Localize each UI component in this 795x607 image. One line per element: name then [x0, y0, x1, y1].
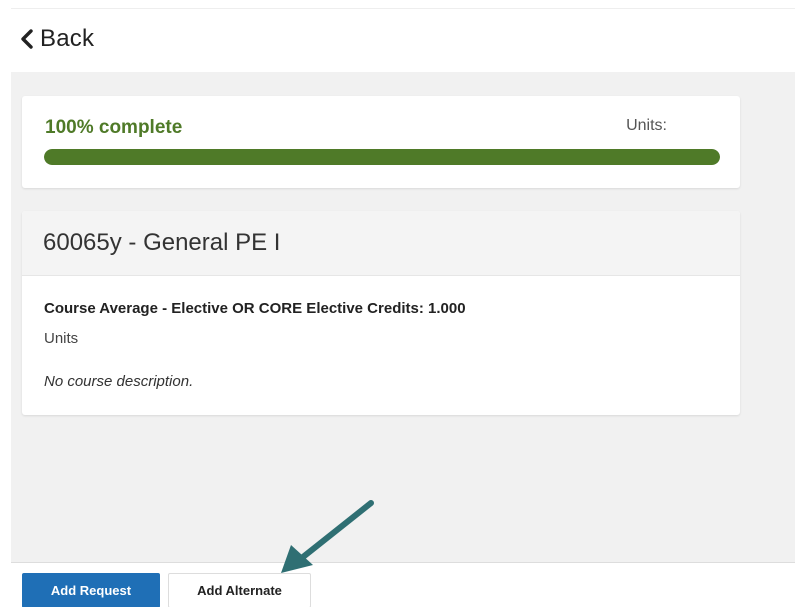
left-edge [0, 0, 11, 607]
main-content: 100% complete Units: 60065y - General PE… [11, 72, 795, 562]
progress-card: 100% complete Units: [22, 96, 740, 188]
progress-bar-fill [44, 149, 720, 165]
progress-label: 100% complete [45, 117, 183, 138]
course-card: 60065y - General PE I Course Average - E… [22, 211, 740, 415]
course-credits: Course Average - Elective OR CORE Electi… [44, 300, 466, 317]
units-label: Units: [626, 117, 667, 134]
course-header: 60065y - General PE I [22, 211, 740, 276]
course-units: Units [44, 330, 79, 347]
add-alternate-button[interactable]: Add Alternate [168, 573, 311, 607]
progress-bar [44, 149, 720, 165]
course-title: 60065y - General PE I [43, 229, 281, 256]
course-description: No course description. [44, 373, 194, 390]
top-bar: Back [11, 8, 795, 73]
chevron-left-icon [20, 29, 34, 49]
action-bar: Add Request Add Alternate [11, 562, 795, 607]
add-request-button[interactable]: Add Request [22, 573, 160, 607]
back-button[interactable]: Back [20, 25, 94, 53]
app-window: Back 100% complete Units: 60065y - Gener… [0, 0, 795, 607]
back-label: Back [40, 25, 95, 52]
